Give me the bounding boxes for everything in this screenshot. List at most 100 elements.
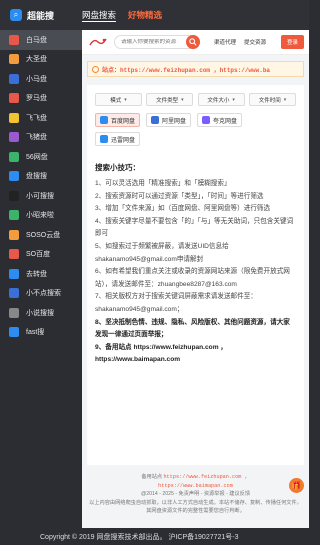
pony-icon xyxy=(9,73,19,84)
sidebar-item[interactable]: fast搜 xyxy=(0,323,82,343)
search-button[interactable] xyxy=(186,35,200,49)
brand-name: 超能搜 xyxy=(27,10,55,21)
notice-text: 站点：https://www.feizhupan.com ，https://ww… xyxy=(102,66,271,74)
tip-item: 8、坚决抵制色情、违规、隐私、风险版权、其他问题资源，请大家发现一律通过页面举报… xyxy=(95,318,290,339)
sidebar-item[interactable]: 大圣盘 xyxy=(0,50,82,70)
sidebar-item[interactable]: 去转盘 xyxy=(0,264,82,284)
sidebar-item-label: 56网盘 xyxy=(26,153,48,161)
chevron-down-icon: ▾ xyxy=(124,96,127,103)
top-bar: ⌕ 超能搜 网盘搜索 好物精选 xyxy=(0,0,309,30)
disk-source-button[interactable]: 迅雷网盘 xyxy=(95,132,141,146)
chevron-down-icon: ▾ xyxy=(232,96,235,103)
sidebar-item[interactable]: 小可搜搜 xyxy=(0,186,82,206)
sidebar-item[interactable]: 盘搜搜 xyxy=(0,167,82,187)
sidebar-item[interactable]: 飞飞盘 xyxy=(0,108,82,128)
tip-item: 2、搜索资源时可以通过资源「类型」，「时间」等进行筛选 xyxy=(95,192,264,200)
plane-icon xyxy=(9,112,19,123)
filter-file-type-label: 文件类型 xyxy=(156,97,179,104)
sidebar-item[interactable]: 56网盘 xyxy=(0,147,82,167)
so-icon xyxy=(9,249,19,260)
sidebar-item[interactable]: 小不点搜索 xyxy=(0,284,82,304)
book-icon xyxy=(9,307,19,318)
filter-file-time[interactable]: 文件时间 ▾ xyxy=(248,93,296,106)
disk-source-row: 百度网盘 阿里网盘 夸克网盘迅雷网盘 xyxy=(95,113,296,151)
filter-mode-label: 模式 xyxy=(110,97,122,104)
sidebar-item-label: 盘搜搜 xyxy=(26,173,47,181)
disk-source-button[interactable]: 夸克网盘 xyxy=(197,113,243,127)
sidebar-item[interactable]: 小说搜搜 xyxy=(0,303,82,323)
gift-icon[interactable]: 🎁 xyxy=(289,478,304,493)
search-box xyxy=(114,35,200,49)
number-icon xyxy=(9,151,19,162)
horse-icon xyxy=(9,34,19,45)
fast-icon xyxy=(9,327,19,338)
speaker-icon xyxy=(92,65,99,73)
sidebar-item[interactable]: 飞猪盘 xyxy=(0,128,82,148)
filter-file-size[interactable]: 文件大小 ▾ xyxy=(197,93,245,106)
login-button[interactable]: 登录 xyxy=(280,35,304,49)
search-icon xyxy=(189,38,197,46)
chevron-down-icon: ▾ xyxy=(181,96,184,103)
disclaimer-text: 以上内容由网络爬虫自动抓取，以非人工方式自动生成。本站不储存、复制、传播任何文件… xyxy=(89,499,302,515)
disk-source-label: 夸克网盘 xyxy=(213,118,238,125)
disk-source-label: 阿里网盘 xyxy=(162,118,187,125)
soso-icon xyxy=(9,229,19,240)
tab-disk-search[interactable]: 网盘搜索 xyxy=(82,0,117,30)
tip-item: 1、可以灵活选用「精准搜索」和「模糊搜索」 xyxy=(95,180,231,187)
site-logo-icon[interactable] xyxy=(87,35,109,49)
sidebar-item[interactable]: 白马盘 xyxy=(0,30,82,50)
sidebar-item[interactable]: 罗马盘 xyxy=(0,89,82,109)
sidebar-item-label: 小昭来啦 xyxy=(26,212,54,220)
chevron-down-icon: ▾ xyxy=(283,96,287,103)
filter-mode[interactable]: 模式 ▾ xyxy=(95,93,142,106)
sidebar-item[interactable]: SO百度 xyxy=(0,245,82,265)
mirror-link-1[interactable]: https://www.feizhupan.com ， xyxy=(164,474,250,480)
k-icon xyxy=(9,190,19,201)
sidebar-item-label: 飞飞盘 xyxy=(26,114,47,122)
tab-good-picks[interactable]: 好物精选 xyxy=(128,0,162,30)
cloud-disk-icon xyxy=(100,135,108,143)
sidebar-item[interactable]: 小昭来啦 xyxy=(0,206,82,226)
disk-source-label: 百度网盘 xyxy=(111,118,136,125)
copyright-line: @2014 - 2025 - 免责声明 - 资源举报 - 建议反馈 xyxy=(140,491,251,497)
tip-item: 6、如有希望我们重点关注或收录的资源网站来源（限免费开放式网站），请发送邮件至：… xyxy=(95,268,290,288)
disk-source-button[interactable]: 百度网盘 xyxy=(95,113,141,127)
mirror-link-2[interactable]: https://www.baimapan.com xyxy=(158,483,233,489)
sidebar-item-label: 小可搜搜 xyxy=(26,192,54,200)
pig-icon xyxy=(9,132,19,143)
monkey-icon xyxy=(9,54,19,65)
tip-item: 4、搜索关键字尽量不要包含「的」「与」等无关助词，只包含关键词即可 xyxy=(95,217,294,238)
search-input[interactable] xyxy=(121,39,187,45)
filter-file-size-label: 文件大小 xyxy=(207,97,230,104)
sidebar-item-label: SOSO云盘 xyxy=(26,231,61,239)
site-header: 渠道代理 提交资源 登录 xyxy=(82,30,309,55)
sidebar-item-label: 小马盘 xyxy=(26,75,47,83)
cloud-disk-icon xyxy=(151,116,160,124)
tip-item: 3、增加「文件来源」如（百度网盘、阿里网盘等）进行筛选 xyxy=(95,205,271,213)
tip-item: 9、备用站点 https://www.feizhupan.com ，https:… xyxy=(95,343,228,364)
tip-item: 5、如搜索过于频繁被屏蔽，请发送UID信息给shakanamo945@gmail… xyxy=(95,242,229,263)
disk-source-label: 迅雷网盘 xyxy=(111,137,136,144)
sidebar-item-label: fast搜 xyxy=(26,329,45,337)
brand-logo-icon: ⌕ xyxy=(10,9,22,21)
search-disk-icon xyxy=(9,171,19,182)
submit-resource-link[interactable]: 提交资源 xyxy=(244,38,266,46)
search-panel: 模式 ▾ 文件类型 ▾ 文件大小 ▾ 文件时间 ▾ 百度网盘 阿里网盘 夸克网盘 迅雷网盘 搜… xyxy=(87,85,304,465)
notice-bar: 站点：https://www.feizhupan.com ，https://ww… xyxy=(87,61,304,77)
sidebar-item[interactable]: SOSO云盘 xyxy=(0,225,82,245)
filter-file-type[interactable]: 文件类型 ▾ xyxy=(146,93,194,106)
sidebar-item-label: 去转盘 xyxy=(26,270,47,278)
main-content: 渠道代理 提交资源 登录 站点：https://www.feizhupan.co… xyxy=(82,30,309,528)
sidebar-item-label: 小说搜搜 xyxy=(26,309,54,317)
brand[interactable]: ⌕ 超能搜 xyxy=(0,9,82,22)
tips-list: 1、可以灵活选用「精准搜索」和「模糊搜索」 2、搜索资源时可以通过资源「类型」，… xyxy=(95,178,296,367)
page-footer: 备用站点 https://www.feizhupan.com ， https:/… xyxy=(87,465,304,516)
sidebar-item-label: SO百度 xyxy=(26,251,51,259)
tips-title: 搜索小技巧： xyxy=(95,163,140,172)
rome-icon xyxy=(9,93,19,104)
cloud-disk-icon xyxy=(100,116,108,124)
sidebar-item[interactable]: 小马盘 xyxy=(0,69,82,89)
sidebar-item-label: 小不点搜索 xyxy=(26,290,61,298)
channel-agent-link[interactable]: 渠道代理 xyxy=(214,38,236,46)
disk-source-button[interactable]: 阿里网盘 xyxy=(146,113,192,127)
